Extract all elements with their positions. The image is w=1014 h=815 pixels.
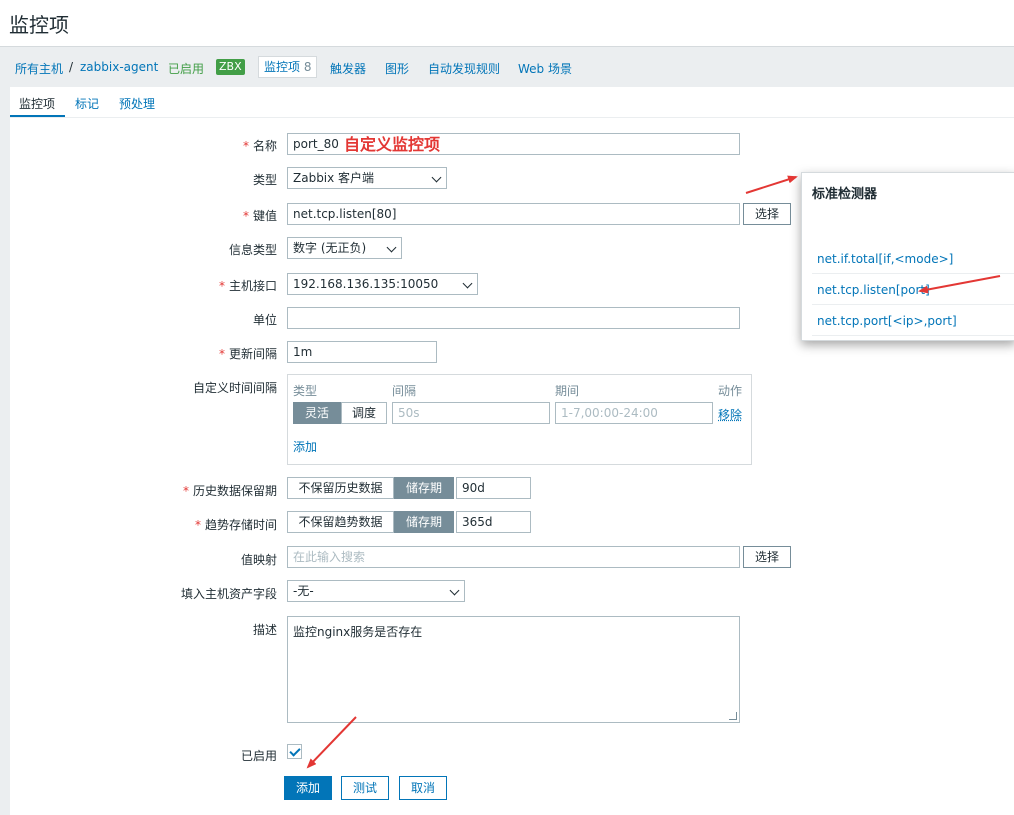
annotation-arrows xyxy=(306,175,1001,769)
arrow-to-add-button xyxy=(306,716,357,769)
arrow-to-listen-item xyxy=(918,275,1001,294)
arrow-to-popup xyxy=(745,175,798,194)
